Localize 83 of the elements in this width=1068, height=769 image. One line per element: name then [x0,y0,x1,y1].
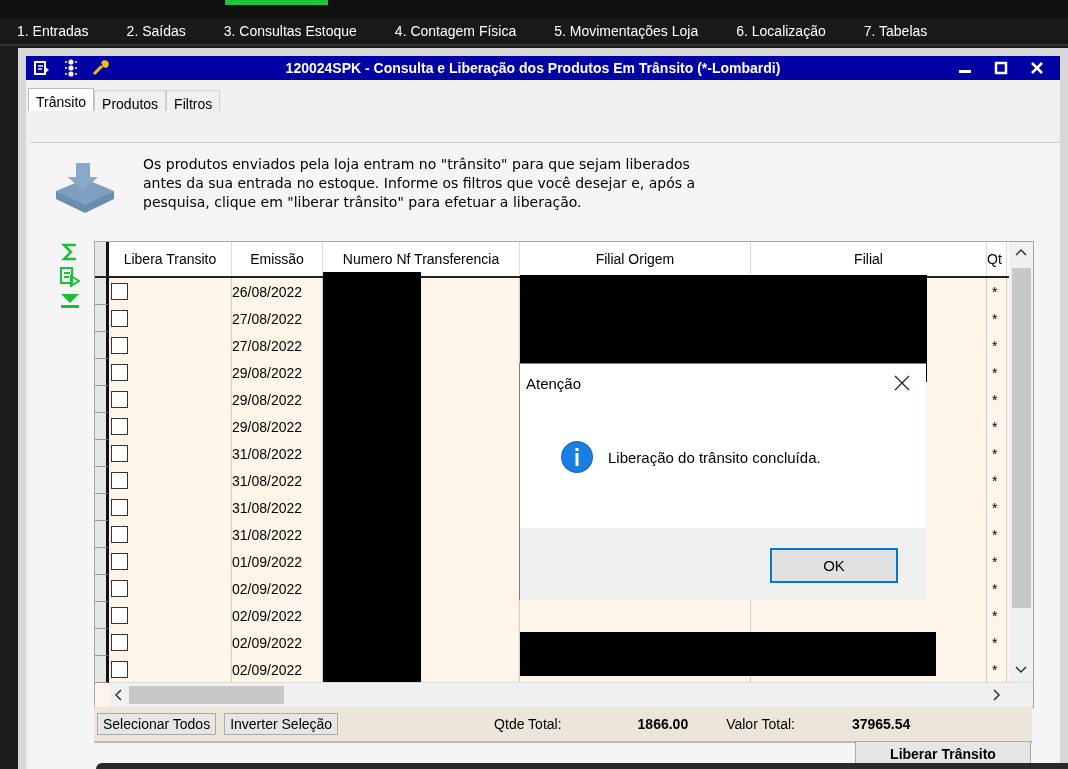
info-icon [560,440,594,474]
row-header[interactable] [95,278,109,305]
menu-item[interactable]: 6. Localização [736,23,826,39]
horizontal-scrollbar[interactable] [109,682,1033,707]
column-header[interactable]: Libera Transito [109,242,232,276]
download-tray-icon [54,161,116,213]
row-header[interactable] [95,467,109,494]
footer-button[interactable]: Inverter Seleção [224,713,339,735]
tab[interactable]: Trânsito [28,88,95,111]
footer-button[interactable]: Selecionar Todos [97,713,217,735]
close-icon[interactable] [894,375,910,391]
row-header[interactable] [95,440,109,467]
wrench-icon[interactable] [92,60,110,76]
description-text: Os produtos enviados pela loja entram no "trânsito" para que sejam liberados antes da sua entrada no estoque. Informe os filtros que você desejar e, após a pesquisa, clique em "liberar trânsito" para efetuar a liberação. [143,155,697,212]
checkbox[interactable] [111,364,128,381]
table-cell: * [987,278,1007,305]
row-header[interactable] [95,521,109,548]
table-cell: * [987,440,1007,467]
menu-item[interactable]: 5. Movimentações Loja [554,23,699,39]
traffic-light-icon[interactable] [64,59,78,77]
table-cell: * [987,602,1007,629]
checkbox[interactable] [111,283,128,300]
menu-item[interactable]: 4. Contagem Física [394,23,517,39]
checkbox[interactable] [111,580,128,597]
row-header[interactable] [95,548,109,575]
menu-item[interactable]: 7. Tabelas [863,23,928,39]
checkbox[interactable] [111,607,128,624]
scroll-left-icon[interactable] [114,689,122,701]
checkbox[interactable] [111,472,128,489]
table-cell: * [987,629,1007,656]
total-label: Valor Total: [726,716,795,732]
tab[interactable]: Produtos [94,90,167,111]
menu-item[interactable]: 1. Entradas [17,23,89,39]
menu-item[interactable]: 3. Consultas Estoque [223,23,357,39]
window-title: 120024SPK - Consulta e Liberação dos Produtos Em Trânsito (*-Lombardi) [284,60,782,76]
checkbox[interactable] [111,526,128,543]
table-cell: * [987,305,1007,332]
table-cell: * [987,413,1007,440]
scroll-down-icon[interactable] [1015,666,1027,674]
table-cell: * [987,359,1007,386]
checkbox[interactable] [111,310,128,327]
total-value: 37965.54 [851,716,911,732]
row-header[interactable] [95,359,109,386]
row-header[interactable] [95,602,109,629]
ok-button[interactable]: OK [770,548,898,583]
scroll-up-icon[interactable] [1015,248,1027,256]
table-cell: * [987,521,1007,548]
row-header[interactable] [95,575,109,602]
checkbox[interactable] [111,418,128,435]
row-header[interactable] [95,305,109,332]
export-icon[interactable] [34,60,50,76]
table-cell: * [987,467,1007,494]
checkbox[interactable] [111,499,128,516]
checkbox[interactable] [111,337,128,354]
table-cell: * [987,494,1007,521]
column-header[interactable]: Qt [987,242,1007,276]
checkbox[interactable] [111,634,128,651]
row-header[interactable] [95,413,109,440]
checkbox[interactable] [111,391,128,408]
dialog-title: Atenção [526,374,583,392]
total-value: 1866.00 [637,716,689,732]
menu-item[interactable]: 2. Saídas [126,23,186,39]
checkbox[interactable] [111,661,128,678]
table-cell: * [987,332,1007,359]
total-label: Qtde Total: [494,716,562,732]
row-header[interactable] [95,386,109,413]
vertical-scrollbar[interactable] [1009,242,1033,682]
table-cell: * [987,548,1007,575]
scroll-right-icon[interactable] [993,689,1001,701]
checkbox[interactable] [111,445,128,462]
tab[interactable]: Filtros [166,90,221,111]
row-header[interactable] [95,656,109,683]
close-button[interactable] [1028,60,1046,76]
row-header[interactable] [95,629,109,656]
dialog-message: Liberação do trânsito concluída. [608,448,821,466]
table-cell: * [987,575,1007,602]
row-header[interactable] [95,332,109,359]
table-cell: * [987,386,1007,413]
corner-header[interactable] [95,242,109,276]
minimize-icon [959,69,971,73]
row-header[interactable] [95,494,109,521]
maximize-button[interactable] [992,60,1010,76]
checkbox[interactable] [111,553,128,570]
